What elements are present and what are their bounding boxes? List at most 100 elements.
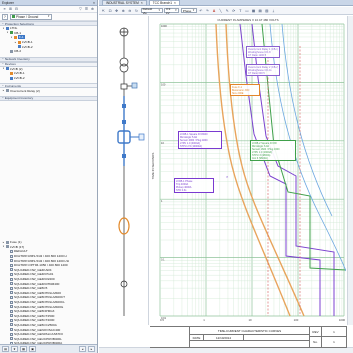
section-label: Devices [4, 62, 16, 67]
tree-node-icon [10, 49, 13, 53]
vertical-scrollbar[interactable] [347, 16, 353, 325]
redo-icon[interactable]: ↷ [205, 8, 210, 13]
explorer-panel: Explorer × ≡ ⊞ ⊟ ▽ ☰ ⊕ ? Phase / Ground … [0, 0, 98, 353]
device-label-box[interactable]: Overcurrent Relay 2 (CB-2) Westinghouse C… [246, 64, 280, 77]
table-icon[interactable]: ▤ [258, 8, 263, 13]
pin-icon[interactable]: ⊕ [90, 7, 95, 12]
voltage-select[interactable]: 0.9 kV ▼ [164, 7, 180, 15]
expand-toggle-icon[interactable]: ▸ [2, 241, 5, 244]
tree-node-icon [10, 249, 13, 253]
tree-item-label: SQUARED-NW_GE4KAR4 [14, 267, 52, 272]
title-block-title: TIME-CURRENT CHARACTERISTIC CURVES [190, 327, 310, 335]
relay-symbol[interactable] [120, 83, 128, 90]
scroll-right-icon[interactable]: ▸ [88, 346, 95, 352]
select-icon[interactable]: ⇱ [101, 8, 106, 13]
device-label-box[interactable]: LVCB-1 Square D NW40 Micrologic 5.0A Senso… [178, 131, 222, 150]
tree-node-icon [10, 305, 13, 309]
zoom-in-icon[interactable]: ⊕ [121, 8, 126, 13]
explorer-toolbar: ≡ ⊞ ⊟ ▽ ☰ ⊕ [0, 6, 97, 13]
line-tool-icon[interactable]: ╲ [218, 8, 223, 13]
device-label-box[interactable]: LVCB-2 Square D NW Micrologic 6.0A Sensor … [250, 140, 296, 162]
chevron-down-icon: ▼ [47, 15, 50, 18]
y-tick-label: 0.1 [161, 258, 165, 262]
device-label-box[interactable]: Fuse F-1 Bussmann JCN Size 200E [230, 84, 260, 97]
filter-icon[interactable]: ▽ [78, 7, 83, 12]
close-icon[interactable]: × [93, 1, 95, 5]
tree-node-icon [10, 277, 13, 281]
equipment-inventory-header[interactable]: − Equipment Inventory [0, 95, 97, 101]
breaker-symbol[interactable] [122, 154, 126, 158]
document-tab[interactable]: INDUSTRIAL SYSTEM × [102, 0, 147, 5]
grid-icon[interactable]: ▦ [251, 8, 256, 13]
y-tick-label: 1 [161, 199, 163, 203]
tree-item-label: DIGITRIP-RMS-510i / 400 800 1200 LI [14, 254, 68, 259]
device-label-line: CT Ratio 1200:5 [248, 53, 267, 57]
close-tab-icon[interactable]: × [174, 1, 176, 5]
refresh-icon[interactable]: ↻ [134, 8, 139, 13]
zoom-out-icon[interactable]: ⊖ [127, 8, 132, 13]
text-tool-button[interactable]: T [238, 8, 243, 13]
tree-item-label: LVCB (2) [10, 66, 23, 71]
undo-icon[interactable]: ↶ [198, 8, 203, 13]
help-button[interactable]: ? [2, 13, 8, 20]
zoom-fit-icon[interactable]: ⊡ [108, 8, 113, 13]
collapse-all-icon[interactable]: ⊟ [14, 7, 19, 12]
expand-toggle-icon[interactable]: ▸ [2, 89, 5, 92]
layers-icon[interactable]: ▧ [264, 8, 269, 13]
font-a-button[interactable]: A [212, 8, 217, 13]
collapse-icon: − [2, 96, 4, 101]
tree-item-label: LTNL [10, 26, 18, 31]
expand-toggle-icon[interactable]: ▾ [2, 27, 5, 30]
y-tick-label: 10 [161, 141, 164, 145]
breaker-symbol[interactable] [122, 120, 126, 124]
device-label-box[interactable]: Overcurrent Relay 1 (CB-1) Westinghouse C… [246, 46, 280, 59]
device-label-line: Inst 6 (9600A) [252, 156, 268, 160]
phase-icon [12, 15, 15, 18]
tab-report-icon[interactable]: ▦ [20, 346, 27, 352]
tree-item-label: SQUARED-NW_GENOOSAC400 [14, 327, 61, 332]
expand-toggle-icon[interactable]: ▾ [2, 245, 5, 248]
expand-toggle-icon[interactable]: ▾ [2, 67, 5, 70]
close-tab-icon[interactable]: × [141, 1, 143, 5]
menu-icon[interactable]: ≡ [2, 7, 7, 12]
device-label-line: STPU 2.5 (10000A) [180, 144, 202, 148]
expand-all-icon[interactable]: ⊞ [8, 7, 13, 12]
export-icon[interactable]: ⤓ [271, 8, 276, 13]
mode-select[interactable]: Phase ▼ [180, 7, 197, 14]
tab-library-icon[interactable]: ▣ [29, 346, 36, 352]
tcc-plot-area[interactable]: CURRENT IN AMPERES X 10 AT 480 VOLTS TIM… [150, 16, 347, 325]
rectangle-icon[interactable]: ▭ [245, 8, 250, 13]
document-tab[interactable]: TCC Branch1 × [148, 0, 180, 5]
chevron-down-icon: ▼ [157, 9, 161, 12]
tab-star-icon[interactable]: ★ [11, 346, 18, 352]
title-block-notes [190, 341, 310, 348]
scroll-left-icon[interactable]: ◂ [79, 346, 86, 352]
pan-icon[interactable]: ✥ [114, 8, 119, 13]
tree-node-icon [10, 31, 13, 35]
phase-select[interactable]: Phase / Ground ▼ [10, 13, 52, 20]
tab-network-icon[interactable]: ▤ [2, 346, 9, 352]
tree-node-icon [10, 272, 13, 276]
tree-item-label: SQUARED-NW_GEUCPROB400L [14, 336, 62, 341]
equipment-tree: ▸ Fuse (1) ▾ LVCB (17) DEFAULT DIGITRIP-RMS-5… [0, 240, 97, 344]
device-label-box[interactable]: LVCB-1 Phase Trip 4000A Pickup 4000A STD 0.… [174, 178, 214, 194]
current-axis-header: CURRENT IN AMPERES X 10 AT 480 VOLTS [217, 18, 278, 22]
expand-toggle-icon[interactable]: ▾ [10, 36, 13, 39]
expand-toggle-icon[interactable]: ▸ [14, 41, 17, 44]
tree-item-label: LVCB-1 [14, 71, 25, 76]
transformer-secondary-symbol[interactable] [119, 63, 129, 73]
tab-label: TCC Branch1 [152, 1, 173, 5]
one-line-diagram[interactable] [99, 16, 149, 325]
expand-toggle-icon[interactable]: ▾ [6, 31, 9, 34]
tree-node-icon [10, 291, 13, 295]
breaker-symbol[interactable] [122, 104, 126, 108]
tree-item-label: LVCB-1 [22, 40, 33, 45]
tree-node-icon [10, 309, 13, 313]
explorer-title: Explorer [2, 0, 14, 5]
list-view-icon[interactable]: ☰ [84, 7, 89, 12]
x-tick-label: 10 [248, 318, 252, 322]
no-label: No. [310, 337, 322, 348]
rotate-icon[interactable]: ⟳ [231, 8, 236, 13]
pencil-icon[interactable]: ✎ [225, 8, 230, 13]
view-select[interactable]: Default Vie ▼ [140, 7, 163, 15]
